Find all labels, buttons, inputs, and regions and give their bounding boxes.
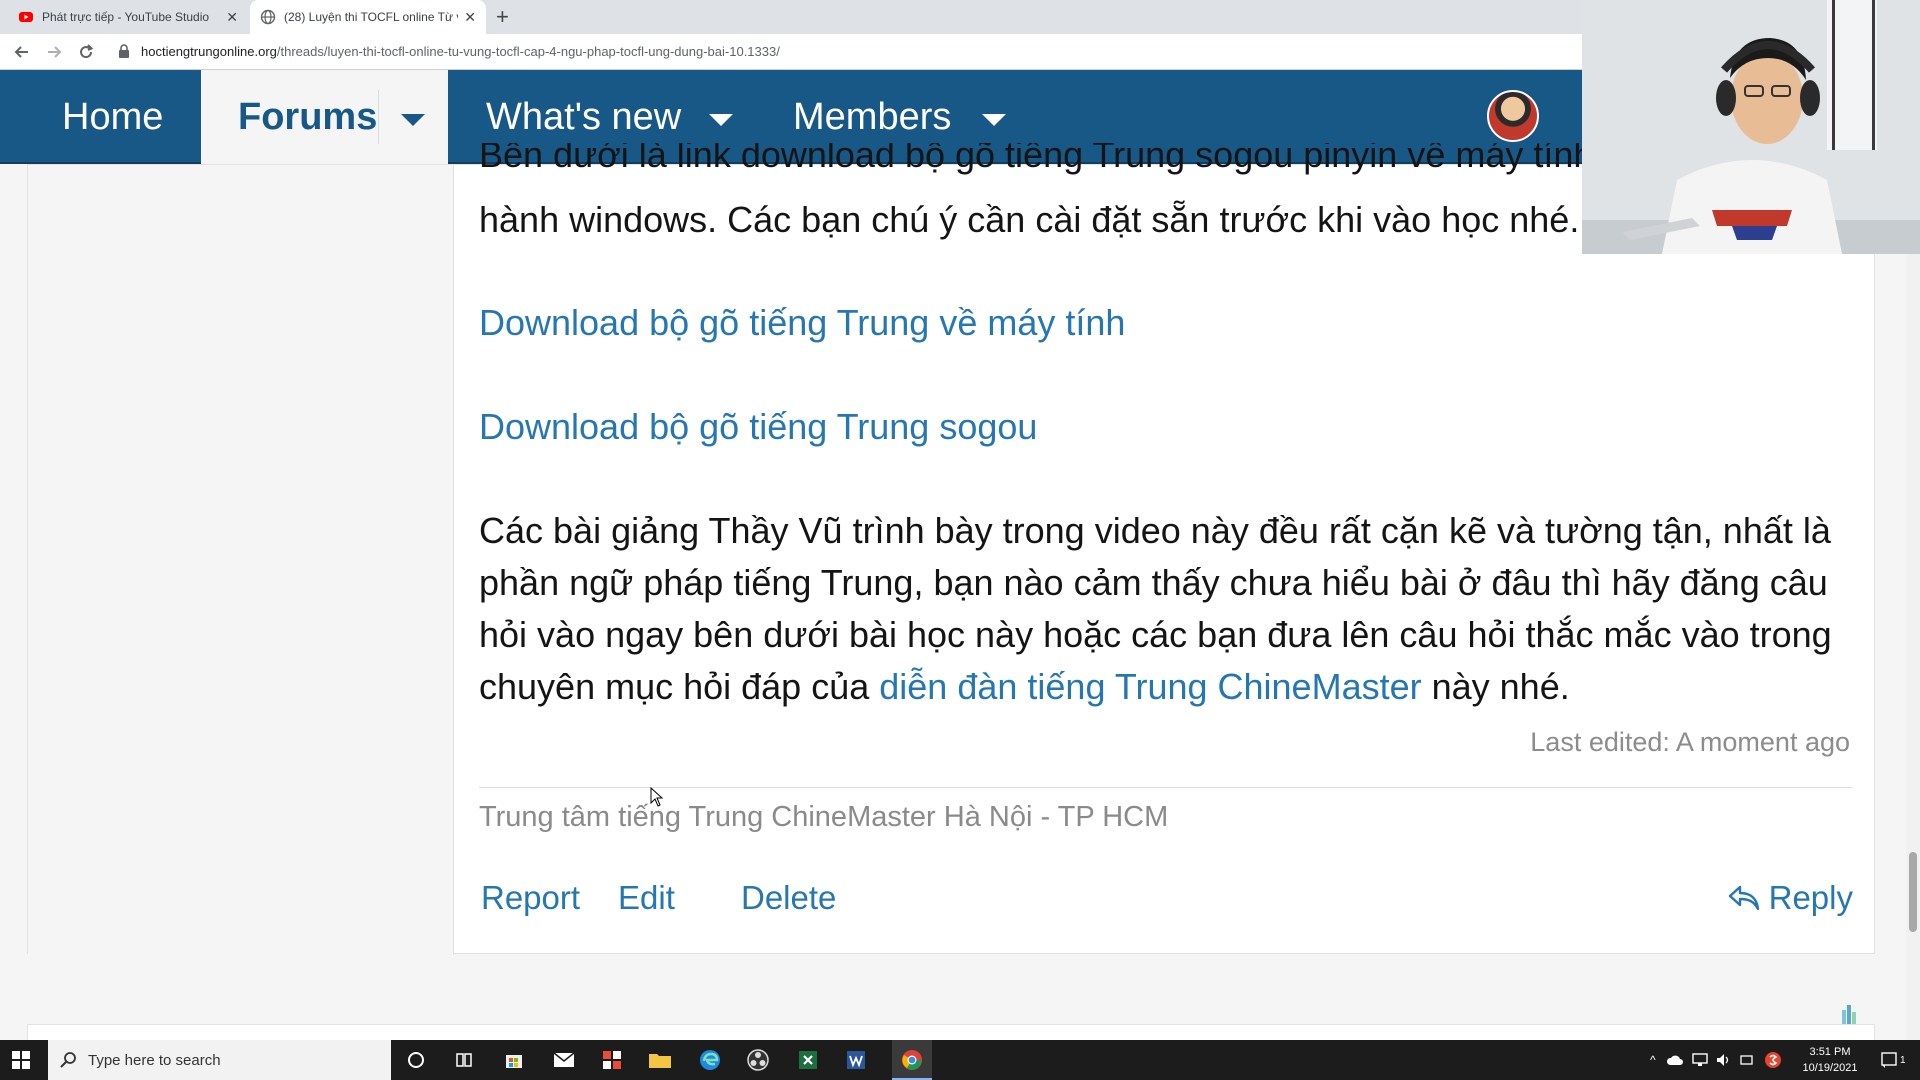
- cloud-icon[interactable]: [1666, 1053, 1684, 1067]
- post-text-top: Bên dưới là link download bộ gõ tiếng Tr…: [479, 143, 1594, 175]
- lock-icon[interactable]: [118, 44, 130, 59]
- back-arrow-icon[interactable]: [12, 42, 32, 62]
- logo-watermark-icon: [1842, 1005, 1856, 1024]
- close-icon[interactable]: ✕: [226, 9, 238, 26]
- scrollbar-thumb[interactable]: [1909, 852, 1917, 932]
- chevron-down-icon[interactable]: [401, 114, 425, 126]
- network-icon[interactable]: [1691, 1053, 1708, 1067]
- volume-icon[interactable]: [1716, 1053, 1732, 1067]
- obs-icon[interactable]: [746, 1048, 770, 1072]
- windows-start-icon[interactable]: [12, 1051, 30, 1069]
- page-scrollbar[interactable]: [1906, 164, 1920, 1040]
- post-user-column: [28, 165, 454, 955]
- nav-forums-label: Forums: [238, 95, 378, 138]
- mouse-cursor-icon: [650, 787, 664, 807]
- reply-label: Reply: [1768, 879, 1853, 916]
- nav-forums[interactable]: Forums: [201, 70, 448, 164]
- word-icon[interactable]: [844, 1048, 868, 1072]
- last-edited-label: Last edited: A moment ago: [1530, 727, 1850, 757]
- tab-title: Phát trực tiếp - YouTube Studio: [42, 10, 210, 24]
- excel-icon[interactable]: [796, 1048, 820, 1072]
- battery-icon[interactable]: [1739, 1055, 1754, 1065]
- post-text-line: hành windows. Các bạn chú ý cần cài đặt …: [479, 199, 1580, 240]
- new-tab-button[interactable]: +: [496, 4, 509, 30]
- reload-icon[interactable]: [76, 42, 96, 62]
- edge-icon[interactable]: [698, 1048, 722, 1072]
- webcam-overlay: [1582, 0, 1920, 254]
- delete-button[interactable]: Delete: [741, 879, 836, 917]
- avatar[interactable]: [1487, 90, 1539, 142]
- report-button[interactable]: Report: [481, 879, 580, 917]
- task-view-icon[interactable]: [452, 1048, 476, 1072]
- taskbar-search-input[interactable]: Type here to search: [48, 1040, 391, 1080]
- reply-arrow-icon: [1728, 885, 1759, 911]
- mail-icon[interactable]: [552, 1048, 576, 1072]
- download-link-sogou[interactable]: Download bộ gõ tiếng Trung sogou: [479, 403, 1037, 451]
- reply-button[interactable]: Reply: [1727, 879, 1853, 917]
- store-icon[interactable]: [502, 1048, 526, 1072]
- chevron-down-icon[interactable]: [709, 114, 733, 126]
- clock-date: 10/19/2021: [1802, 1062, 1858, 1074]
- youtube-icon: [19, 12, 33, 22]
- tab-youtube-studio[interactable]: Phát trực tiếp - YouTube Studio ✕: [8, 0, 248, 34]
- post-body-paragraph: Các bài giảng Thầy Vũ trình bày trong vi…: [479, 505, 1879, 713]
- url-field[interactable]: hoctiengtrungonline.org/threads/luyen-th…: [141, 44, 780, 59]
- post-actions: Report Edit Delete Reply: [479, 879, 1853, 923]
- next-post-edge: [27, 1024, 1875, 1040]
- taskbar-clock[interactable]: 3:51 PM 10/19/2021: [1800, 1044, 1860, 1076]
- action-center-button[interactable]: 1: [1880, 1040, 1906, 1080]
- close-icon[interactable]: ✕: [464, 9, 476, 26]
- search-placeholder: Type here to search: [88, 1051, 221, 1069]
- system-tray: ^: [1650, 1040, 1782, 1080]
- sogou-icon[interactable]: [1764, 1051, 1782, 1069]
- forum-link[interactable]: diễn đàn tiếng Trung ChineMaster: [879, 666, 1421, 707]
- page-content: Bên dưới là link download bộ gõ tiếng Tr…: [27, 143, 1875, 955]
- notification-icon: [1881, 1052, 1897, 1068]
- download-link-pc[interactable]: Download bộ gõ tiếng Trung về máy tính: [479, 299, 1125, 347]
- file-explorer-icon[interactable]: [648, 1048, 672, 1072]
- edit-button[interactable]: Edit: [618, 879, 675, 917]
- clock-time: 3:51 PM: [1809, 1046, 1851, 1058]
- nav-home[interactable]: Home: [62, 70, 163, 164]
- tab-forum-thread[interactable]: (28) Luyện thi TOCFL online Từ v ✕: [250, 0, 486, 34]
- url-domain: hoctiengtrungonline.org: [141, 44, 277, 59]
- presenter-video-icon: [1582, 0, 1920, 254]
- chevron-down-icon[interactable]: [982, 114, 1006, 126]
- signature-divider: [479, 787, 1853, 788]
- post-body-text-end: này nhé.: [1421, 666, 1570, 707]
- notification-count: 1: [1900, 1054, 1906, 1066]
- tab-title: (28) Luyện thi TOCFL online Từ v: [284, 10, 459, 24]
- cortana-icon[interactable]: [404, 1048, 428, 1072]
- post-signature: Trung tâm tiếng Trung ChineMaster Hà Nội…: [479, 801, 1169, 833]
- search-icon: [60, 1052, 76, 1068]
- globe-icon: [260, 9, 276, 25]
- chrome-icon[interactable]: [900, 1048, 924, 1072]
- windows-taskbar: Type here to search ^ 3:51 PM 10/19/2021…: [0, 1040, 1920, 1080]
- app-tiles-icon[interactable]: [600, 1048, 624, 1072]
- url-path: /threads/luyen-thi-tocfl-online-tu-vung-…: [276, 44, 780, 59]
- chevron-up-icon[interactable]: ^: [1650, 1053, 1656, 1067]
- nav-divider: [378, 90, 379, 144]
- forward-arrow-icon[interactable]: [44, 42, 64, 62]
